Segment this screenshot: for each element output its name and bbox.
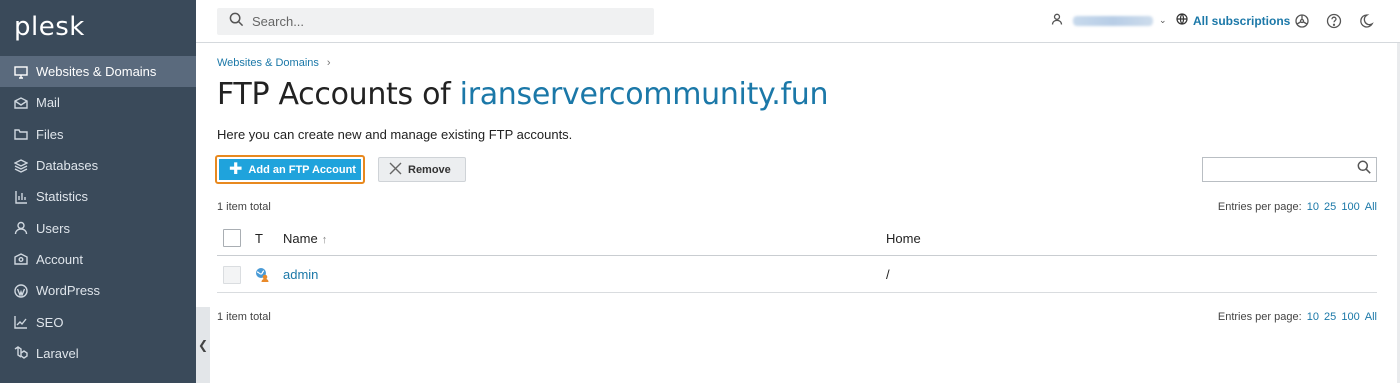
entries-per-page-label: Entries per page: <box>1217 201 1302 213</box>
extensions-icon[interactable] <box>1294 13 1310 29</box>
entries-option-all[interactable]: All <box>1365 201 1377 213</box>
seo-icon <box>14 315 28 329</box>
account-icon <box>14 252 28 266</box>
sidebar-nav: Websites & Domains Mail Files Databases … <box>0 56 196 369</box>
sidebar-item-label: Laravel <box>36 345 79 361</box>
sidebar-item-label: Statistics <box>36 189 89 205</box>
page-title-domain-link[interactable]: iranservercommunity.fun <box>460 77 829 112</box>
entries-option-25[interactable]: 25 <box>1324 201 1336 213</box>
dark-mode-icon[interactable] <box>1358 13 1374 29</box>
ftp-user-icon <box>254 267 270 286</box>
user-name-redacted <box>1073 15 1153 26</box>
sidebar-item-label: SEO <box>36 314 64 330</box>
table-header: T Name ↑ Home <box>217 221 1377 256</box>
entries-option-10[interactable]: 10 <box>1307 311 1319 323</box>
user-menu[interactable]: ⌄ <box>1051 13 1167 28</box>
sidebar-item-websites-domains[interactable]: Websites & Domains <box>0 56 196 88</box>
sidebar-item-databases[interactable]: Databases <box>0 150 196 181</box>
list-search-field[interactable] <box>1202 157 1377 182</box>
entries-per-page-top: Entries per page: 10 25 100 All <box>1218 201 1377 213</box>
top-bar: ⌄ All subscriptions <box>196 0 1400 43</box>
items-total-top: 1 item total <box>217 201 271 213</box>
plus-icon: ✚ <box>229 160 243 178</box>
sidebar-item-statistics[interactable]: Statistics <box>0 181 196 212</box>
sidebar-item-label: Account <box>36 251 83 267</box>
sidebar-item-label: Mail <box>36 95 60 111</box>
select-all-checkbox[interactable] <box>223 229 241 247</box>
entries-option-all[interactable]: All <box>1365 311 1377 323</box>
ftp-account-name-link[interactable]: admin <box>283 267 318 282</box>
wordpress-icon <box>14 284 28 298</box>
mail-icon <box>14 96 28 110</box>
folder-icon <box>14 127 28 141</box>
sidebar-item-wordpress[interactable]: WordPress <box>0 275 196 306</box>
breadcrumb: Websites & Domains › <box>217 57 331 69</box>
items-total-bottom: 1 item total <box>217 311 271 323</box>
remove-label: Remove <box>408 163 451 176</box>
breadcrumb-websites-domains[interactable]: Websites & Domains <box>217 57 319 69</box>
user-icon <box>14 221 28 235</box>
plesk-logo[interactable]: plesk <box>14 12 85 42</box>
column-home: Home <box>886 230 921 246</box>
search-icon[interactable] <box>1357 160 1371 179</box>
entries-option-100[interactable]: 100 <box>1341 201 1359 213</box>
column-name: Name <box>283 230 318 246</box>
chevron-right-icon: › <box>326 57 331 69</box>
global-search[interactable] <box>217 8 654 35</box>
laravel-icon <box>14 346 28 360</box>
remove-button[interactable]: Remove <box>378 157 466 182</box>
globe-icon <box>1176 13 1193 28</box>
entries-option-10[interactable]: 10 <box>1307 201 1319 213</box>
sidebar-item-label: Users <box>36 220 70 236</box>
remove-icon <box>389 162 408 178</box>
entries-option-25[interactable]: 25 <box>1324 311 1336 323</box>
sidebar-item-label: Files <box>36 126 64 142</box>
column-name-sort[interactable]: Name ↑ <box>283 231 327 246</box>
entries-per-page-label: Entries per page: <box>1217 311 1302 323</box>
sidebar-item-mail[interactable]: Mail <box>0 87 196 118</box>
add-ftp-account-button[interactable]: ✚ Add an FTP Account <box>215 155 365 184</box>
row-checkbox[interactable] <box>223 265 241 284</box>
monitor-icon <box>14 65 28 79</box>
sidebar: plesk Websites & Domains Mail Files Data… <box>0 0 196 383</box>
database-icon <box>14 158 28 173</box>
sidebar-item-label: Databases <box>36 158 99 174</box>
sidebar-item-label: Websites & Domains <box>36 64 157 80</box>
sidebar-item-seo[interactable]: SEO <box>0 306 196 337</box>
page-description: Here you can create new and manage exist… <box>217 127 573 142</box>
chevron-down-icon: ⌄ <box>1159 15 1167 25</box>
help-icon[interactable] <box>1326 13 1342 29</box>
sort-arrow-up-icon: ↑ <box>321 233 328 246</box>
sidebar-item-account[interactable]: Account <box>0 244 196 275</box>
subscriptions-label: All subscriptions <box>1193 13 1291 28</box>
list-search-input[interactable] <box>1208 162 1353 176</box>
main-content: Websites & Domains › FTP Accounts of ira… <box>196 43 1400 383</box>
sidebar-item-laravel[interactable]: Laravel <box>0 338 196 369</box>
page-title-prefix: FTP Accounts of <box>217 77 451 112</box>
ftp-account-home: / <box>886 267 890 282</box>
user-icon <box>1051 13 1063 28</box>
sidebar-item-files[interactable]: Files <box>0 119 196 150</box>
subscriptions-selector[interactable]: All subscriptions <box>1176 13 1290 28</box>
column-type: T <box>255 230 263 246</box>
search-icon <box>229 12 244 32</box>
entries-option-100[interactable]: 100 <box>1341 311 1359 323</box>
search-input[interactable] <box>252 14 632 29</box>
sidebar-item-users[interactable]: Users <box>0 212 196 243</box>
bar-chart-icon <box>14 190 28 204</box>
entries-per-page-bottom: Entries per page: 10 25 100 All <box>1218 311 1377 323</box>
page-title: FTP Accounts of iranservercommunity.fun <box>217 77 828 112</box>
sidebar-item-label: WordPress <box>36 283 101 299</box>
table-row: admin / <box>217 257 1377 293</box>
add-ftp-account-label: Add an FTP Account <box>248 163 356 176</box>
